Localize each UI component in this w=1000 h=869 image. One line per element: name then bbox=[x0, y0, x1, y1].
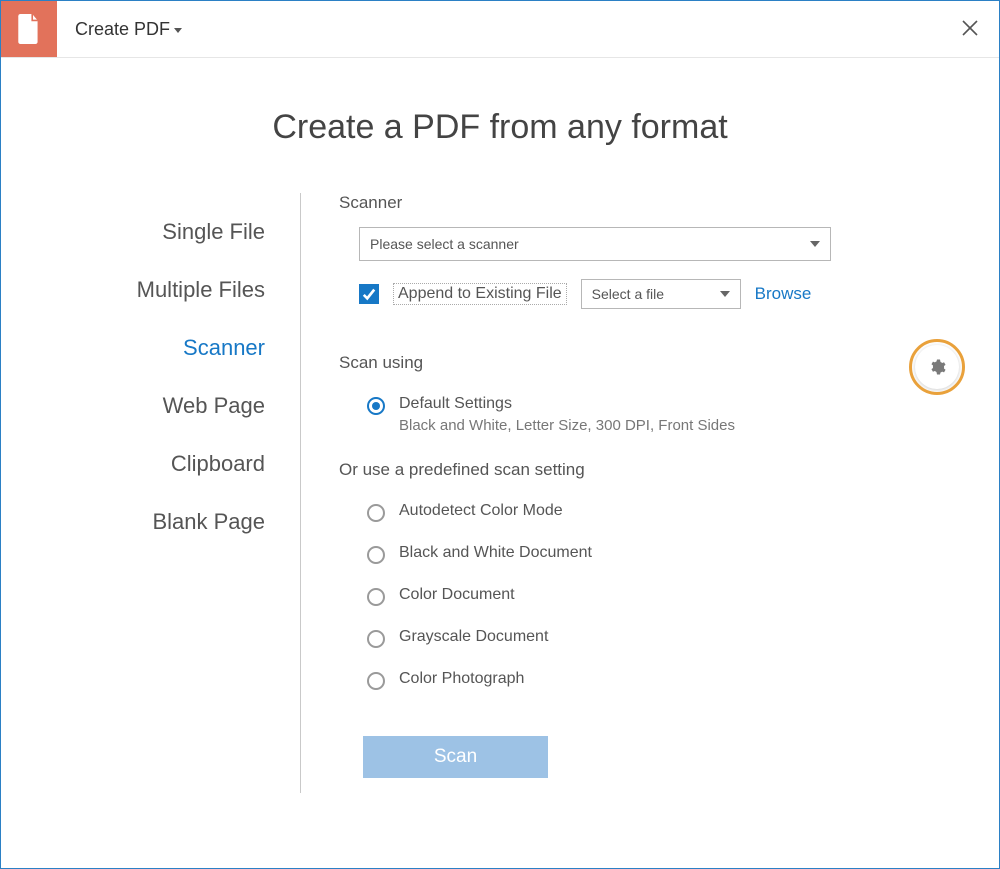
browse-link[interactable]: Browse bbox=[755, 284, 812, 304]
source-list: Single File Multiple Files Scanner Web P… bbox=[41, 193, 301, 778]
radio-color-photograph[interactable]: Color Photograph bbox=[367, 670, 959, 690]
source-single-file[interactable]: Single File bbox=[41, 203, 301, 261]
scanner-select-dropdown[interactable]: Please select a scanner bbox=[359, 227, 831, 261]
option-label: Color Photograph bbox=[399, 670, 524, 688]
radio-input[interactable] bbox=[367, 630, 385, 648]
option-label: Black and White Document bbox=[399, 544, 592, 562]
settings-gear-button[interactable] bbox=[915, 345, 959, 389]
main-scroll-area[interactable]: Create a PDF from any format Single File… bbox=[1, 58, 999, 868]
scan-button[interactable]: Scan bbox=[363, 736, 548, 778]
scan-using-label: Scan using bbox=[339, 353, 423, 373]
source-clipboard[interactable]: Clipboard bbox=[41, 435, 301, 493]
source-web-page[interactable]: Web Page bbox=[41, 377, 301, 435]
predefined-list: Autodetect Color Mode Black and White Do… bbox=[339, 502, 959, 690]
option-label: Grayscale Document bbox=[399, 628, 548, 646]
option-label: Color Document bbox=[399, 586, 515, 604]
pdf-app-icon bbox=[1, 1, 57, 57]
close-icon bbox=[962, 20, 978, 36]
option-label: Autodetect Color Mode bbox=[399, 502, 563, 520]
file-select-dropdown[interactable]: Select a file bbox=[581, 279, 741, 309]
page-title: Create a PDF from any format bbox=[1, 108, 999, 147]
close-button[interactable] bbox=[957, 15, 983, 41]
default-settings-detail: Black and White, Letter Size, 300 DPI, F… bbox=[399, 417, 735, 434]
append-row: Append to Existing File Select a file Br… bbox=[359, 279, 959, 309]
radio-input[interactable] bbox=[367, 504, 385, 522]
chevron-down-icon bbox=[174, 28, 182, 33]
radio-autodetect-color[interactable]: Autodetect Color Mode bbox=[367, 502, 959, 522]
gear-icon bbox=[928, 358, 946, 376]
radio-input-default[interactable] bbox=[367, 397, 385, 415]
source-scanner[interactable]: Scanner bbox=[41, 319, 301, 377]
chevron-down-icon bbox=[810, 241, 820, 247]
chevron-down-icon bbox=[720, 291, 730, 297]
radio-default-settings[interactable]: Default Settings Black and White, Letter… bbox=[367, 395, 959, 434]
append-checkbox[interactable] bbox=[359, 284, 379, 304]
scanner-section-label: Scanner bbox=[339, 193, 959, 213]
file-select-placeholder: Select a file bbox=[592, 286, 664, 302]
scan-using-section: Scan using Default Settings Black and Wh… bbox=[339, 353, 959, 434]
titlebar-title: Create PDF bbox=[75, 19, 170, 40]
source-multiple-files[interactable]: Multiple Files bbox=[41, 261, 301, 319]
create-pdf-dropdown[interactable]: Create PDF bbox=[75, 19, 182, 40]
radio-input[interactable] bbox=[367, 546, 385, 564]
radio-color-document[interactable]: Color Document bbox=[367, 586, 959, 606]
default-settings-label: Default Settings bbox=[399, 395, 735, 413]
scanner-select-placeholder: Please select a scanner bbox=[370, 236, 519, 252]
scanner-panel: Scanner Please select a scanner Append t… bbox=[301, 193, 999, 778]
titlebar: Create PDF bbox=[1, 1, 999, 58]
radio-input[interactable] bbox=[367, 672, 385, 690]
predefined-label: Or use a predefined scan setting bbox=[339, 460, 959, 480]
radio-grayscale-document[interactable]: Grayscale Document bbox=[367, 628, 959, 648]
radio-input[interactable] bbox=[367, 588, 385, 606]
source-blank-page[interactable]: Blank Page bbox=[41, 493, 301, 551]
radio-bw-document[interactable]: Black and White Document bbox=[367, 544, 959, 564]
check-icon bbox=[362, 287, 376, 301]
append-label: Append to Existing File bbox=[393, 283, 567, 305]
document-icon bbox=[16, 14, 42, 44]
